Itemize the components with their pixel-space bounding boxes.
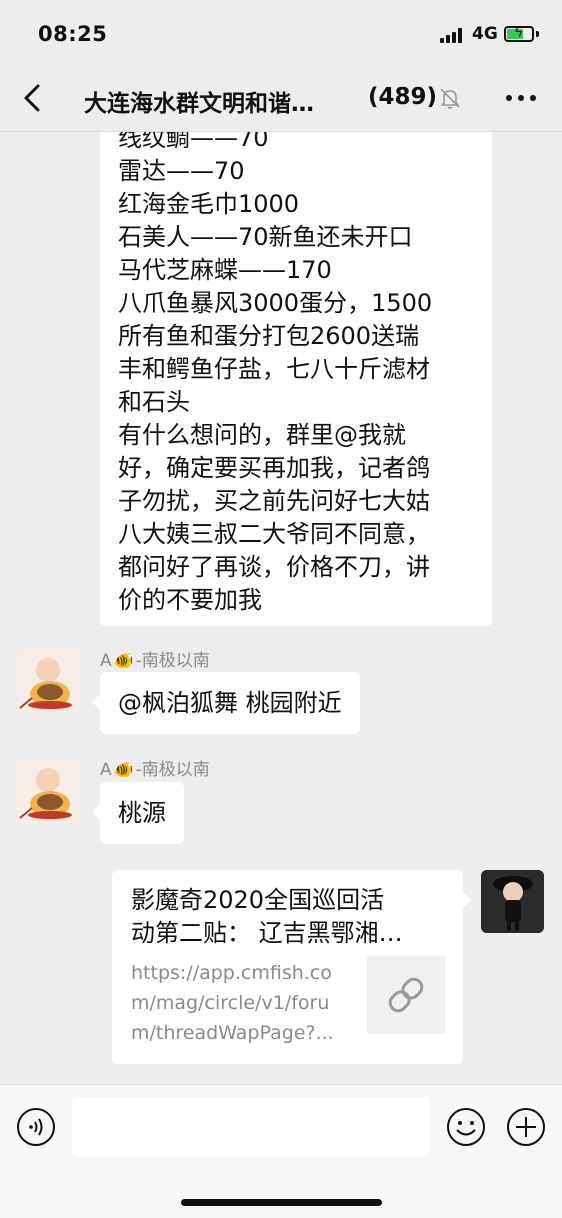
chat-header: 大连海水群文明和谐… (489): [0, 66, 562, 132]
message-line: 八大姨三叔二大爷同不同意，: [118, 520, 430, 548]
group-title[interactable]: 大连海水群文明和谐…: [84, 84, 314, 118]
avatar[interactable]: [18, 650, 82, 714]
message-line: 和石头: [118, 388, 190, 416]
link-url: https://app.cmfish.co m/mag/circle/v1/fo…: [131, 962, 334, 1044]
avatar[interactable]: [18, 760, 82, 824]
link-icon: [388, 977, 424, 1013]
clock: 08:25: [38, 22, 108, 46]
message-bubble[interactable]: @枫泊狐舞 桃园附近: [92, 672, 360, 734]
ellipsis-icon[interactable]: [504, 88, 538, 108]
message-line: 好，确定要买再加我，记者鸽: [118, 454, 430, 482]
message-line: 红海金毛巾1000: [118, 190, 300, 218]
message-line: 有什么想问的，群里@我就: [118, 421, 406, 449]
bell-slash-icon: [440, 88, 460, 109]
link-card[interactable]: 影魔奇2020全国巡回活 动第二贴： 辽吉黑鄂湘… https://app.cm…: [112, 870, 471, 1064]
input-bar: [0, 1084, 562, 1218]
message-bubble-long[interactable]: 线纹鲷——70 雷达——70 红海金毛巾1000 石美人——70新鱼还未开口 马…: [100, 132, 492, 626]
link-title: 影魔奇2020全国巡回活 动第二贴： 辽吉黑鄂湘…: [131, 886, 403, 947]
message-line: 八爪鱼暴风3000蛋分，1500: [118, 289, 433, 317]
message-line: 雷达——70: [118, 157, 245, 185]
message-line: 所有鱼和蛋分打包2600送瑞: [118, 322, 420, 350]
member-count: (489): [368, 84, 438, 110]
message-line: 子勿扰，买之前先问好七大姑: [118, 487, 430, 515]
battery-cap: [536, 31, 539, 37]
emoji-icon[interactable]: [446, 1107, 486, 1147]
plus-icon[interactable]: [506, 1107, 546, 1147]
link-thumbnail: [367, 956, 445, 1034]
message-input[interactable]: [72, 1097, 430, 1157]
chevron-left-icon[interactable]: [18, 80, 48, 116]
status-bar: 08:25 4G ϟ: [0, 0, 562, 66]
sender-name: A 🐠 -南极以南: [100, 760, 210, 780]
home-indicator[interactable]: [181, 1199, 382, 1206]
chat-area[interactable]: 线纹鲷——70 雷达——70 红海金毛巾1000 石美人——70新鱼还未开口 马…: [0, 132, 562, 1084]
battery-icon: ϟ: [504, 25, 534, 42]
avatar[interactable]: [481, 870, 544, 933]
message-line: 价的不要加我: [118, 586, 262, 614]
message-line: 石美人——70新鱼还未开口: [118, 223, 413, 251]
message-bubble[interactable]: 桃源: [92, 782, 184, 844]
message-line: 马代芝麻蝶——170: [118, 256, 332, 284]
message-line: 线纹鲷——70: [118, 132, 269, 152]
message-line: 都问好了再谈，价格不刀，讲: [118, 553, 430, 581]
message-line: 丰和鳄鱼仔盐，七八十斤滤材: [118, 355, 430, 383]
sender-name: A 🐠 -南极以南: [100, 651, 210, 671]
voice-icon[interactable]: [16, 1107, 56, 1147]
network-type: 4G: [472, 24, 498, 44]
signal-icon: [440, 27, 466, 43]
